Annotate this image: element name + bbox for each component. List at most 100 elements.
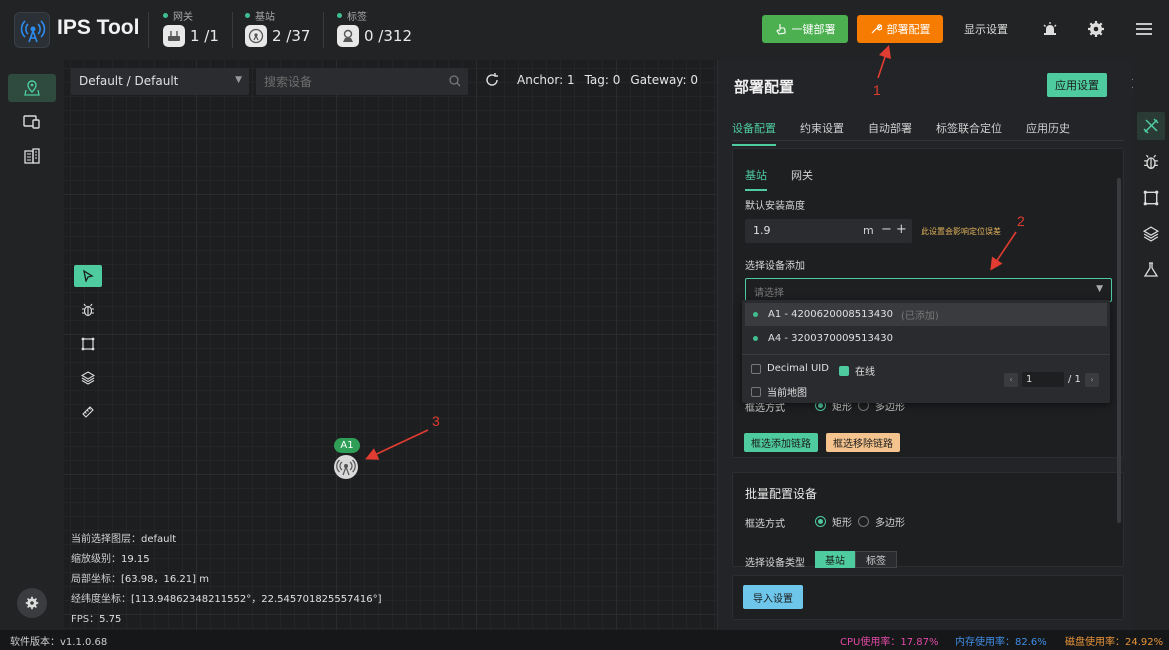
prev-page-icon[interactable]: ‹ <box>1004 372 1018 387</box>
current-map-checkbox[interactable]: 当前地图 <box>751 384 807 399</box>
sidebar-item-map[interactable] <box>8 74 56 102</box>
sidebar-item-devices[interactable] <box>8 108 56 136</box>
tool-measure[interactable] <box>74 401 102 423</box>
frame-add-link-button[interactable]: 框选添加链路 <box>744 433 818 452</box>
height-unit: m <box>863 224 874 237</box>
display-settings-button[interactable]: 显示设置 <box>956 15 1016 43</box>
left-sidebar <box>0 60 64 630</box>
tab-constraints[interactable]: 约束设置 <box>800 120 844 146</box>
devices-icon <box>23 115 40 129</box>
device-select[interactable]: 请选择 ▼ <box>745 278 1112 302</box>
batch-rect-radio[interactable] <box>815 516 826 527</box>
default-height-input[interactable]: 1.9 m −+ <box>745 219 912 243</box>
one-click-deploy-button[interactable]: 一键部署 <box>762 15 848 43</box>
device-search[interactable] <box>256 68 468 95</box>
device-type-toggle: 基站 标签 <box>815 551 897 568</box>
type-anchor-option[interactable]: 基站 <box>815 551 855 568</box>
alarm-icon[interactable] <box>1039 18 1061 40</box>
gateway-stat-label: 网关 <box>173 11 193 23</box>
height-warning: 此设置会影响定位误差 <box>921 227 1001 236</box>
refresh-icon[interactable] <box>484 72 500 92</box>
settings-round-button[interactable] <box>17 588 47 618</box>
batch-frame-label: 框选方式 <box>745 519 785 530</box>
decimal-uid-checkbox[interactable]: Decimal UID <box>751 363 829 374</box>
type-tag-option[interactable]: 标签 <box>855 551 897 568</box>
sidebar-item-buildings[interactable] <box>8 142 56 170</box>
next-page-icon[interactable]: › <box>1084 372 1099 387</box>
gear-icon <box>25 596 39 610</box>
dropdown-item[interactable]: A1 - 4200620008513430 (已添加) <box>745 303 1107 326</box>
tab-auto-deploy[interactable]: 自动部署 <box>868 120 912 146</box>
frame-select-icon <box>81 337 95 351</box>
device-search-input[interactable] <box>256 68 446 95</box>
device-select-placeholder: 请选择 <box>754 288 784 299</box>
annotation-label-3: 3 <box>432 413 440 429</box>
anchor-marker[interactable] <box>334 455 358 479</box>
frame-select-icon[interactable] <box>1137 184 1165 212</box>
tag-count: Tag: 0 <box>584 73 621 87</box>
gateway-stat[interactable]: 网关 1 /1 <box>163 8 219 54</box>
menu-icon[interactable] <box>1133 18 1155 40</box>
app-title: IPS Tool <box>57 16 140 39</box>
gateway-count: Gateway: 0 <box>630 73 699 87</box>
map-canvas[interactable]: Default / Default ▼ Anchor: 1 Tag: 0 Gat… <box>64 60 717 630</box>
layers-icon[interactable] <box>1137 220 1165 248</box>
decimal-uid-label: Decimal UID <box>767 363 829 374</box>
building-icon <box>24 148 40 164</box>
page-input[interactable]: 1 <box>1022 372 1064 387</box>
batch-polygon-radio[interactable] <box>858 516 869 527</box>
gateway-stat-value: 1 /1 <box>190 27 219 45</box>
tag-icon <box>337 25 359 47</box>
tag-stat[interactable]: 标签 0 /312 <box>337 8 412 54</box>
subtab-gateway[interactable]: 网关 <box>791 167 813 191</box>
bug-icon <box>82 303 94 317</box>
bug-icon[interactable] <box>1137 148 1165 176</box>
chevron-down-icon: ▼ <box>1096 284 1103 294</box>
online-checkbox[interactable]: 在线 <box>839 363 875 378</box>
default-height-value: 1.9 <box>753 224 771 237</box>
panel-tabs: 设备配置 约束设置 自动部署 标签联合定位 应用历史 <box>732 120 1094 146</box>
tab-device-config[interactable]: 设备配置 <box>732 120 776 146</box>
anchor-stat-label: 基站 <box>255 11 275 23</box>
tool-layers[interactable] <box>74 367 102 389</box>
tool-frame[interactable] <box>74 333 102 355</box>
panel-scrollbar[interactable] <box>1117 178 1121 523</box>
device-dropdown: A1 - 4200620008513430 (已添加) A4 - 3200370… <box>742 300 1110 403</box>
tools-icon[interactable] <box>1137 112 1165 140</box>
frame-remove-link-button[interactable]: 框选移除链路 <box>826 433 900 452</box>
tab-apply-history[interactable]: 应用历史 <box>1026 120 1070 146</box>
annotation-label-2: 2 <box>1017 213 1025 229</box>
tag-stat-label: 标签 <box>347 11 367 23</box>
select-device-label: 选择设备添加 <box>745 261 805 272</box>
cursor-arrow-icon <box>83 270 94 282</box>
subtab-anchor[interactable]: 基站 <box>745 167 767 191</box>
map-pin-icon <box>24 80 40 96</box>
batch-title: 批量配置设备 <box>745 487 818 501</box>
broadcast-tower-icon <box>20 20 46 43</box>
current-map-label: 当前地图 <box>767 388 807 399</box>
dropdown-item[interactable]: A4 - 3200370009513430 <box>745 327 1107 350</box>
anchor-marker-label: A1 <box>334 438 360 453</box>
dropdown-pager: ‹ 1 / 1 › <box>1004 372 1099 387</box>
map-select[interactable]: Default / Default ▼ <box>71 68 249 95</box>
import-settings-button[interactable]: 导入设置 <box>743 585 803 609</box>
wrench-icon <box>871 24 882 34</box>
tool-select[interactable] <box>74 265 102 287</box>
deploy-config-button[interactable]: 部署配置 <box>857 15 943 43</box>
gear-icon[interactable] <box>1085 18 1107 40</box>
height-stepper[interactable]: −+ <box>881 222 911 237</box>
right-toolbar <box>1133 60 1169 630</box>
flask-icon[interactable] <box>1137 256 1165 284</box>
chevron-down-icon: ▼ <box>235 75 242 85</box>
anchor-count: Anchor: 1 <box>517 73 575 87</box>
deploy-config-label: 部署配置 <box>886 23 931 36</box>
online-label: 在线 <box>855 367 875 378</box>
hand-pointer-icon <box>775 24 786 35</box>
tag-stat-value: 0 /312 <box>364 27 412 45</box>
tab-tag-joint-locate[interactable]: 标签联合定位 <box>936 120 1002 146</box>
apply-settings-button[interactable]: 应用设置 <box>1047 73 1107 97</box>
tool-debug[interactable] <box>74 299 102 321</box>
batch-type-label: 选择设备类型 <box>745 558 805 569</box>
batch-config-section: 批量配置设备 框选方式 矩形 多边形 选择设备类型 基站 标签 <box>732 472 1124 569</box>
anchor-stat[interactable]: 基站 2 /37 <box>245 8 310 54</box>
